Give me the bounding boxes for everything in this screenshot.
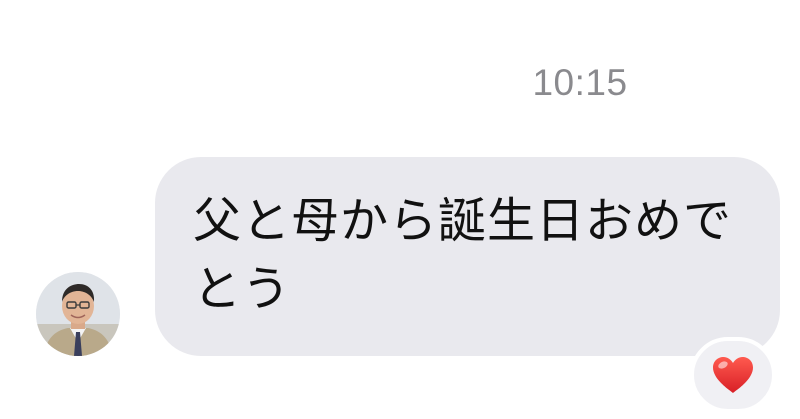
avatar-photo [36,272,120,356]
reaction-badge[interactable] [690,337,776,413]
message-text: 父と母から誕生日おめでとう [193,193,733,317]
sender-avatar[interactable] [36,272,120,356]
heart-icon [713,357,753,393]
message-bubble[interactable]: 父と母から誕生日おめでとう [155,157,780,356]
message-timestamp: 10:15 [532,62,628,103]
